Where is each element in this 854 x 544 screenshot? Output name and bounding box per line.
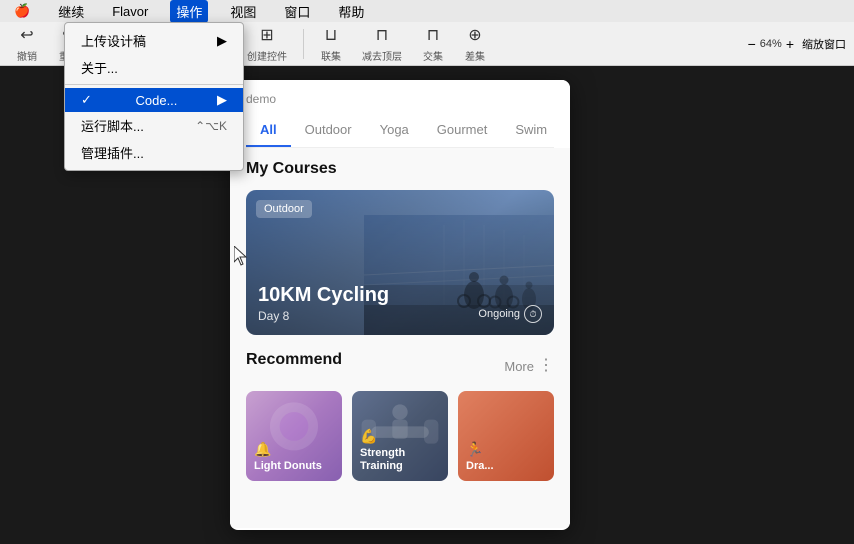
course-card[interactable]: Outdoor 10KM Cycling Day 8 Ongoing ⏱ xyxy=(246,190,554,335)
menu-bar: 🍎 继续 Flavor 操作 视图 窗口 帮助 xyxy=(0,0,854,22)
dropdown-manage-label: 管理插件... xyxy=(81,143,144,162)
intersect-label: 交集 xyxy=(423,48,443,63)
subtract-label: 减去顶层 xyxy=(362,48,402,63)
my-courses-title: My Courses xyxy=(246,160,554,178)
zoom-in-button[interactable]: + xyxy=(786,36,794,52)
undo-icon: ↩ xyxy=(16,24,38,46)
more-label: More xyxy=(504,359,534,374)
menu-flavor[interactable]: Flavor xyxy=(106,2,154,21)
course-name: 10KM Cycling xyxy=(258,283,389,307)
dropdown-about[interactable]: 关于... xyxy=(65,54,243,81)
app-header: demo All Outdoor Yoga Gourmet Swim Run xyxy=(230,80,570,148)
light-donuts-label: 🔔 Light Donuts xyxy=(254,441,334,473)
union-button[interactable]: ⊔ 联集 xyxy=(312,20,350,67)
toolbar-right: − 64% + 缩放窗口 xyxy=(748,36,846,52)
subtract-icon: ⊓ xyxy=(371,24,393,46)
course-info: 10KM Cycling Day 8 xyxy=(258,283,389,323)
menu-actions[interactable]: 操作 xyxy=(170,0,208,23)
dropdown-submenu[interactable]: 上传设计稿 ▶ xyxy=(65,27,243,54)
recommend-title: Recommend xyxy=(246,351,342,369)
zoom-window-button[interactable]: 缩放窗口 xyxy=(802,36,846,52)
menu-apple[interactable]: 🍎 xyxy=(8,1,36,21)
code-checkmark-icon: ✓ xyxy=(81,92,92,108)
tabs-container: All Outdoor Yoga Gourmet Swim Run xyxy=(246,114,554,148)
dropdown-run-shortcut: ⌃⌥K xyxy=(195,119,227,133)
tab-yoga[interactable]: Yoga xyxy=(366,114,423,147)
menu-help[interactable]: 帮助 xyxy=(332,0,370,23)
create-ctrl-label: 创建控件 xyxy=(247,48,287,63)
light-donuts-icon: 🔔 xyxy=(254,441,334,458)
dropdown-arrow-2-icon: ▶ xyxy=(217,92,227,108)
dropdown-sep xyxy=(65,84,243,85)
difference-icon: ⊕ xyxy=(464,24,486,46)
course-status-label: Ongoing xyxy=(478,308,520,320)
create-ctrl-icon: ⊞ xyxy=(256,24,278,46)
zoom-value: 64% xyxy=(760,38,782,50)
create-ctrl-button[interactable]: ⊞ 创建控件 xyxy=(239,20,295,67)
subtract-button[interactable]: ⊓ 减去顶层 xyxy=(354,20,410,67)
run-name: Dra... xyxy=(466,460,546,473)
tab-all[interactable]: All xyxy=(246,114,291,147)
course-badge: Outdoor xyxy=(256,200,312,218)
union-icon: ⊔ xyxy=(320,24,342,46)
strength-training-label: 💪 Strength Training xyxy=(360,428,440,473)
more-button[interactable]: More ⋮ xyxy=(504,358,554,374)
difference-button[interactable]: ⊕ 差集 xyxy=(456,20,494,67)
light-donuts-name: Light Donuts xyxy=(254,460,334,473)
dropdown-run-script[interactable]: 运行脚本... ⌃⌥K xyxy=(65,112,243,139)
run-label: 🏃 Dra... xyxy=(466,441,546,473)
course-day: Day 8 xyxy=(258,309,389,323)
ongoing-icon: ⏱ xyxy=(524,305,542,323)
run-icon: 🏃 xyxy=(466,441,546,458)
dropdown-about-label: 关于... xyxy=(81,58,118,77)
toolbar-sep-2 xyxy=(303,29,304,59)
more-dots-icon: ⋮ xyxy=(538,358,554,374)
dropdown-manage-plugins[interactable]: 管理插件... xyxy=(65,139,243,166)
tab-swim[interactable]: Swim xyxy=(501,114,554,147)
phone-mockup: demo All Outdoor Yoga Gourmet Swim Run M… xyxy=(230,80,570,530)
dropdown-submenu-label: 上传设计稿 xyxy=(81,31,146,50)
menu-view[interactable]: 视图 xyxy=(224,0,262,23)
rec-card-strength-training[interactable]: 💪 Strength Training xyxy=(352,391,448,481)
difference-label: 差集 xyxy=(465,48,485,63)
undo-label: 撤销 xyxy=(17,48,37,63)
dropdown-run-label: 运行脚本... xyxy=(81,116,144,135)
rec-card-light-donuts[interactable]: 🔔 Light Donuts xyxy=(246,391,342,481)
dropdown-code[interactable]: ✓ Code... ▶ xyxy=(65,88,243,112)
intersect-icon: ⊓ xyxy=(422,24,444,46)
strength-training-name: Strength Training xyxy=(360,447,440,473)
strength-icon: 💪 xyxy=(360,428,440,445)
course-status: Ongoing ⏱ xyxy=(478,305,542,323)
rec-card-run[interactable]: 🏃 Dra... xyxy=(458,391,554,481)
app-demo-label: demo xyxy=(246,92,554,106)
union-label: 联集 xyxy=(321,48,341,63)
recommend-row: 🔔 Light Donuts 💪 Strength Training xyxy=(246,391,554,481)
dropdown-menu: 上传设计稿 ▶ 关于... ✓ Code... ▶ 运行脚本... ⌃⌥K 管理… xyxy=(64,22,244,171)
zoom-out-button[interactable]: − xyxy=(748,36,756,52)
intersect-button[interactable]: ⊓ 交集 xyxy=(414,20,452,67)
tab-outdoor[interactable]: Outdoor xyxy=(291,114,366,147)
menu-continue[interactable]: 继续 xyxy=(52,0,90,23)
menu-window[interactable]: 窗口 xyxy=(278,0,316,23)
zoom-display: − 64% + xyxy=(748,36,794,52)
recommend-header: Recommend More ⋮ xyxy=(246,351,554,381)
dropdown-arrow-icon: ▶ xyxy=(217,33,227,49)
tab-gourmet[interactable]: Gourmet xyxy=(423,114,502,147)
dropdown-code-label: Code... xyxy=(135,93,177,108)
app-content: My Courses xyxy=(230,148,570,528)
undo-button[interactable]: ↩ 撤销 xyxy=(8,20,46,67)
